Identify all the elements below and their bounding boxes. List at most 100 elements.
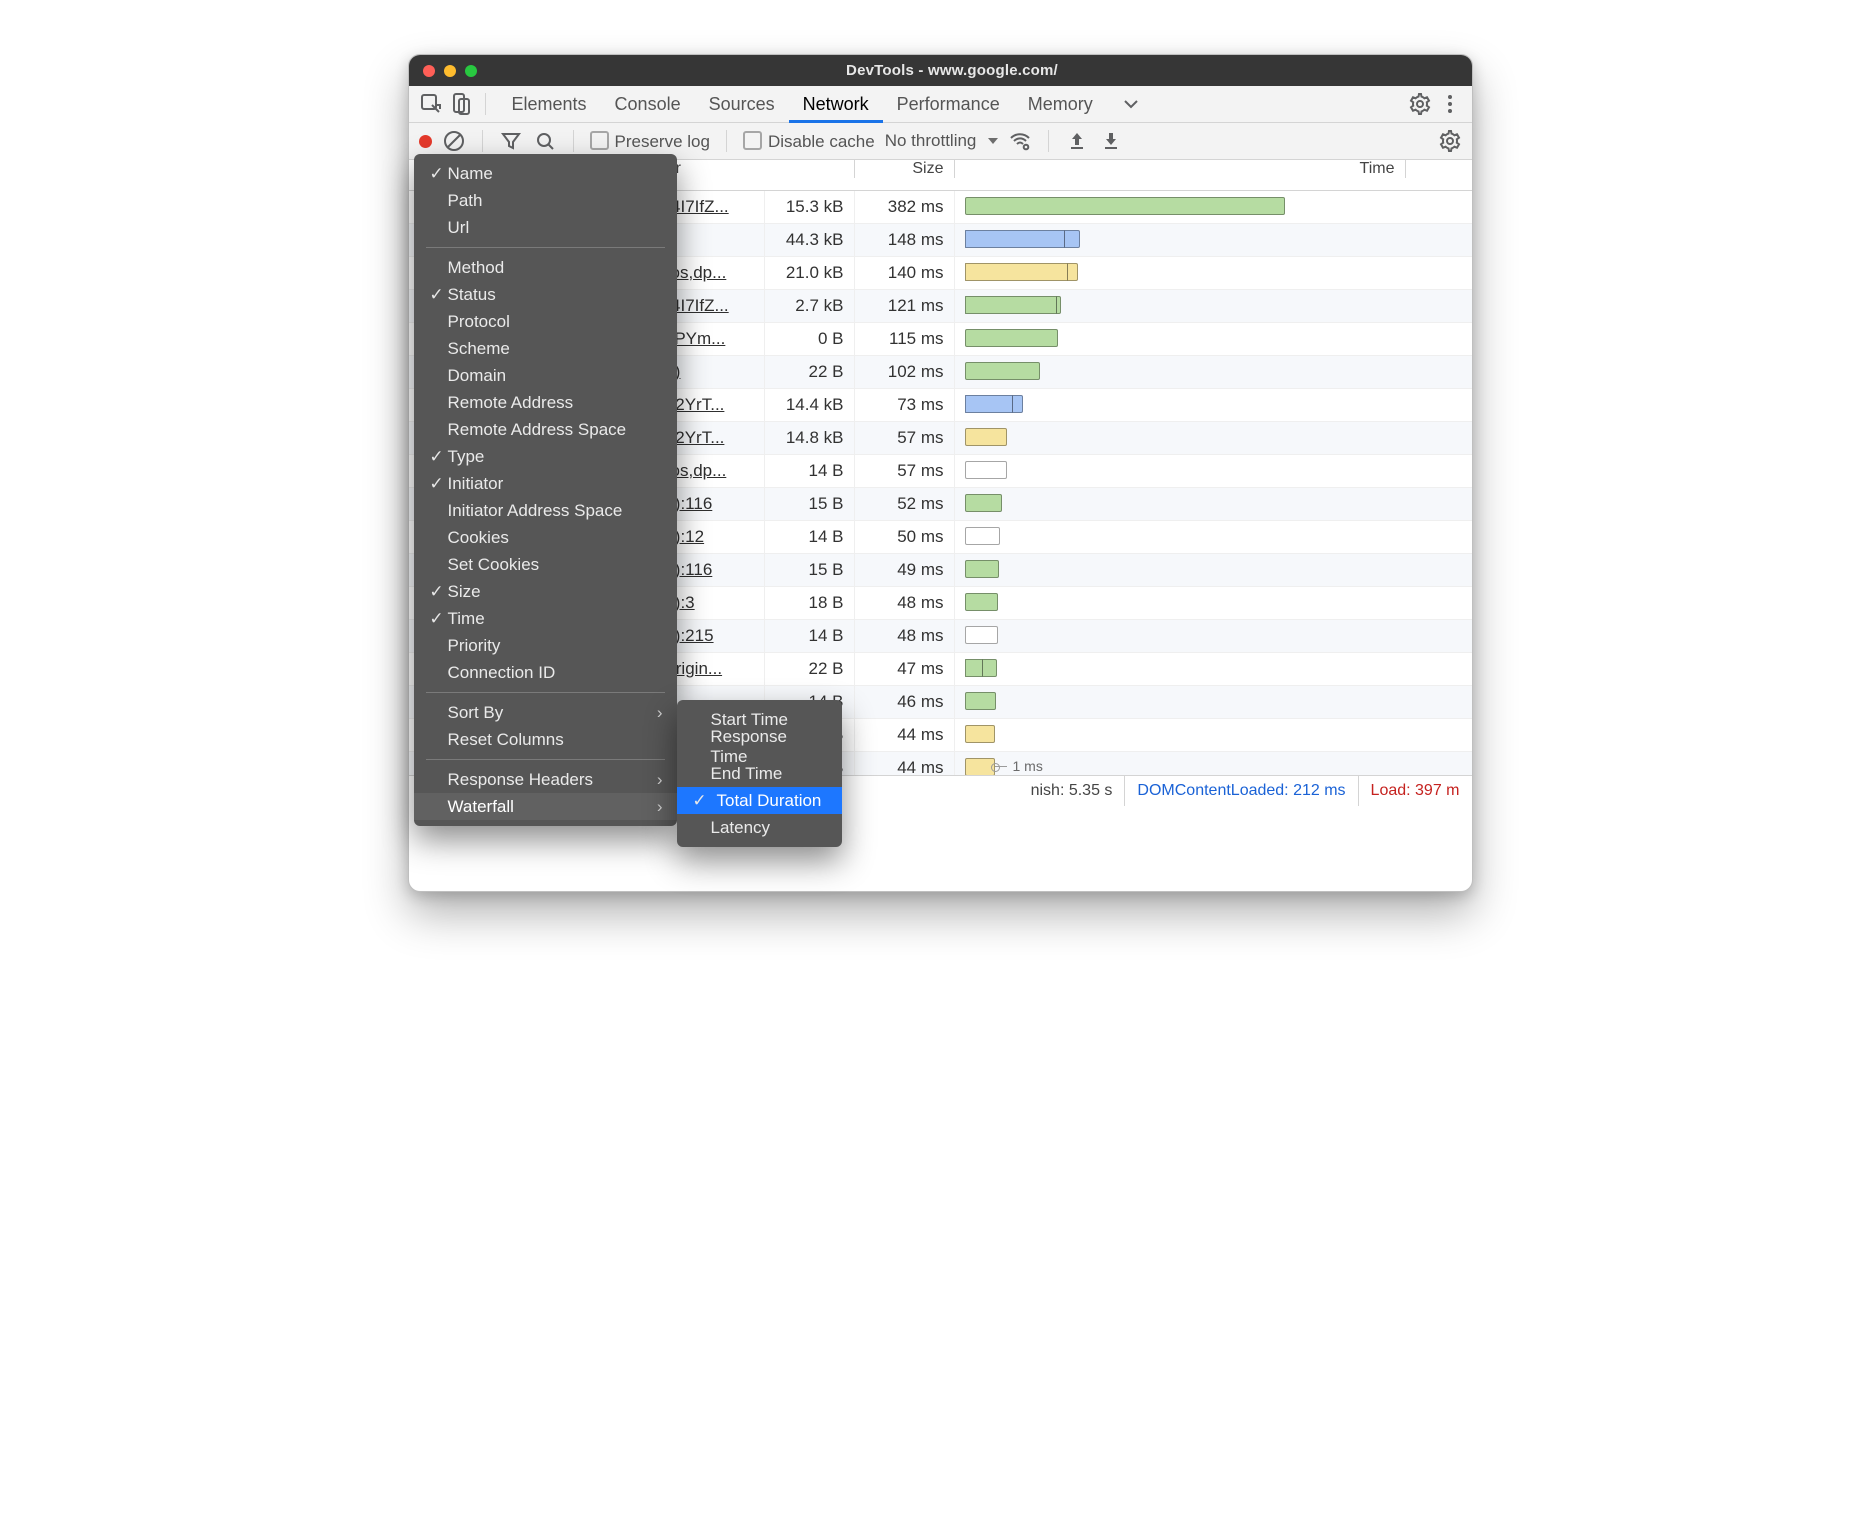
waterfall-cell xyxy=(955,488,1406,520)
waterfall-cell: 1 ms xyxy=(955,752,1406,775)
network-conditions-icon[interactable] xyxy=(1008,129,1032,153)
menu-item-remote-address-space[interactable]: Remote Address Space xyxy=(414,416,677,443)
menu-item-initiator[interactable]: ✓Initiator xyxy=(414,470,677,497)
menu-item-name[interactable]: ✓Name xyxy=(414,160,677,187)
waterfall-cell xyxy=(955,323,1406,355)
menu-item-waterfall[interactable]: Waterfall› xyxy=(414,793,677,820)
chevron-right-icon: › xyxy=(657,703,663,723)
waterfall-cell xyxy=(955,620,1406,652)
size: 15 B xyxy=(765,488,855,520)
size: 14 B xyxy=(765,455,855,487)
size: 22 B xyxy=(765,356,855,388)
time: 48 ms xyxy=(855,587,955,619)
divider xyxy=(482,130,483,152)
throttling-select[interactable]: No throttling xyxy=(885,131,999,151)
filter-icon[interactable] xyxy=(499,129,523,153)
size: 0 B xyxy=(765,323,855,355)
device-toggle-icon[interactable] xyxy=(449,92,473,116)
menu-item-url[interactable]: Url xyxy=(414,214,677,241)
waterfall-cell xyxy=(955,686,1406,718)
check-icon: ✓ xyxy=(691,791,709,811)
inspect-icon[interactable] xyxy=(419,92,443,116)
menu-item-response-headers[interactable]: Response Headers› xyxy=(414,766,677,793)
window-title: DevTools - www.google.com/ xyxy=(433,62,1472,79)
chevron-right-icon: › xyxy=(657,797,663,817)
size: 14 B xyxy=(765,620,855,652)
time: 57 ms xyxy=(855,422,955,454)
submenu-item-total-duration[interactable]: ✓Total Duration xyxy=(677,787,842,814)
size: 2.7 kB xyxy=(765,290,855,322)
waterfall-cell xyxy=(955,653,1406,685)
waterfall-cell xyxy=(955,356,1406,388)
time: 48 ms xyxy=(855,620,955,652)
divider xyxy=(726,130,727,152)
time: 73 ms xyxy=(855,389,955,421)
record-button[interactable] xyxy=(419,135,432,148)
settings-gear-icon[interactable] xyxy=(1438,129,1462,153)
menu-item-domain[interactable]: Domain xyxy=(414,362,677,389)
submenu-item-response-time[interactable]: Response Time xyxy=(677,733,842,760)
time: 102 ms xyxy=(855,356,955,388)
size: 14.8 kB xyxy=(765,422,855,454)
menu-item-initiator-address-space[interactable]: Initiator Address Space xyxy=(414,497,677,524)
upload-icon[interactable] xyxy=(1065,129,1089,153)
size: 22 B xyxy=(765,653,855,685)
menu-item-size[interactable]: ✓Size xyxy=(414,578,677,605)
time: 57 ms xyxy=(855,455,955,487)
chevron-down-icon xyxy=(988,138,998,144)
check-icon: ✓ xyxy=(428,285,446,305)
kebab-menu-icon[interactable] xyxy=(1438,92,1462,116)
waterfall-cell xyxy=(955,554,1406,586)
search-icon[interactable] xyxy=(533,129,557,153)
menu-item-remote-address[interactable]: Remote Address xyxy=(414,389,677,416)
time: 44 ms xyxy=(855,719,955,751)
time: 52 ms xyxy=(855,488,955,520)
tab-memory[interactable]: Memory xyxy=(1014,86,1107,123)
time: 46 ms xyxy=(855,686,955,718)
divider xyxy=(485,93,486,115)
tab-console[interactable]: Console xyxy=(601,86,695,123)
waterfall-submenu[interactable]: Start TimeResponse TimeEnd Time✓Total Du… xyxy=(677,700,842,847)
menu-item-type[interactable]: ✓Type xyxy=(414,443,677,470)
menu-item-reset-columns[interactable]: Reset Columns xyxy=(414,726,677,753)
waterfall-cell xyxy=(955,389,1406,421)
col-size[interactable]: Size xyxy=(855,160,955,178)
panel-tabs: ElementsConsoleSourcesNetworkPerformance… xyxy=(409,86,1472,123)
waterfall-cell xyxy=(955,290,1406,322)
waterfall-cell xyxy=(955,587,1406,619)
waterfall-annotation: 1 ms xyxy=(1013,758,1043,774)
col-time[interactable]: Time xyxy=(955,160,1406,178)
more-panels-icon[interactable] xyxy=(1119,92,1143,116)
menu-item-time[interactable]: ✓Time xyxy=(414,605,677,632)
check-icon: ✓ xyxy=(428,582,446,602)
menu-item-priority[interactable]: Priority xyxy=(414,632,677,659)
tab-sources[interactable]: Sources xyxy=(695,86,789,123)
menu-item-protocol[interactable]: Protocol xyxy=(414,308,677,335)
clear-icon[interactable] xyxy=(442,129,466,153)
submenu-item-latency[interactable]: Latency xyxy=(677,814,842,841)
download-icon[interactable] xyxy=(1099,129,1123,153)
tab-performance[interactable]: Performance xyxy=(883,86,1014,123)
time: 121 ms xyxy=(855,290,955,322)
chevron-right-icon: › xyxy=(657,770,663,790)
menu-item-connection-id[interactable]: Connection ID xyxy=(414,659,677,686)
menu-item-method[interactable]: Method xyxy=(414,254,677,281)
size: 44.3 kB xyxy=(765,224,855,256)
menu-item-status[interactable]: ✓Status xyxy=(414,281,677,308)
menu-item-cookies[interactable]: Cookies xyxy=(414,524,677,551)
menu-item-scheme[interactable]: Scheme xyxy=(414,335,677,362)
check-icon: ✓ xyxy=(428,447,446,467)
title-bar: DevTools - www.google.com/ xyxy=(409,55,1472,86)
menu-item-path[interactable]: Path xyxy=(414,187,677,214)
menu-item-set-cookies[interactable]: Set Cookies xyxy=(414,551,677,578)
settings-gear-icon[interactable] xyxy=(1408,92,1432,116)
preserve-log-toggle[interactable]: Preserve log xyxy=(590,131,710,152)
waterfall-cell xyxy=(955,257,1406,289)
tab-network[interactable]: Network xyxy=(789,86,883,123)
size: 14 B xyxy=(765,521,855,553)
tab-elements[interactable]: Elements xyxy=(498,86,601,123)
menu-item-sort-by[interactable]: Sort By› xyxy=(414,699,677,726)
time: 115 ms xyxy=(855,323,955,355)
disable-cache-toggle[interactable]: Disable cache xyxy=(743,131,875,152)
columns-context-menu[interactable]: ✓NamePathUrl Method✓StatusProtocolSchemeD… xyxy=(414,154,677,826)
